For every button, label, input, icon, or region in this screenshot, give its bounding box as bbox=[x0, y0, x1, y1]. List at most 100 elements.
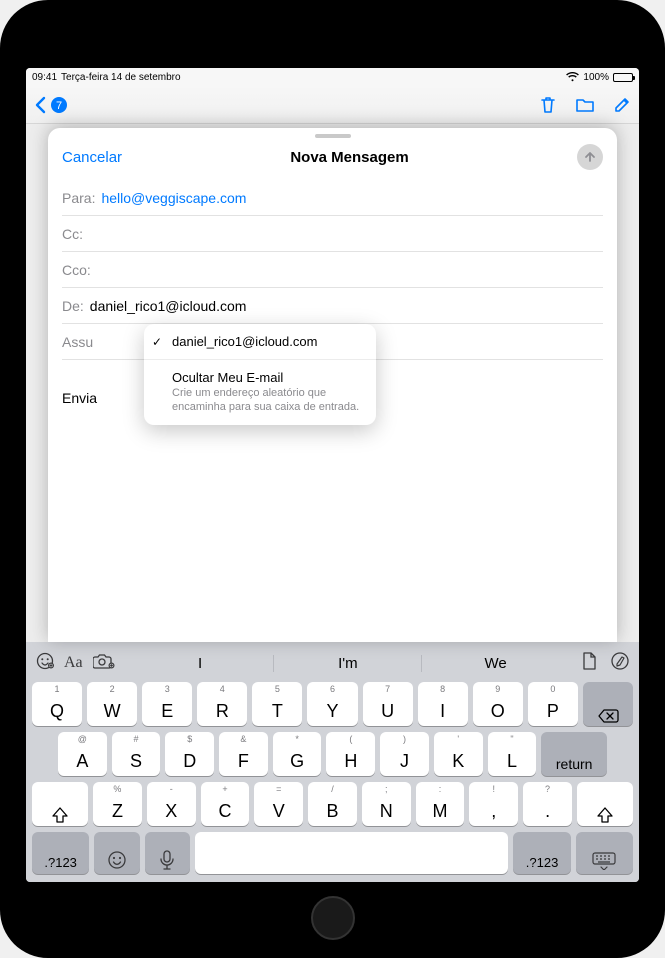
key-u[interactable]: 7U bbox=[363, 682, 413, 726]
key-t[interactable]: 5T bbox=[252, 682, 302, 726]
keyboard-toolbar-right bbox=[581, 652, 629, 675]
suggestion-1[interactable]: I bbox=[127, 655, 274, 672]
key-v[interactable]: =V bbox=[254, 782, 303, 826]
cancel-button[interactable]: Cancelar bbox=[62, 149, 122, 166]
key-w[interactable]: 2W bbox=[87, 682, 137, 726]
key-shift-right[interactable] bbox=[577, 782, 633, 826]
screen: 09:41 Terça-feira 14 de setembro 100% 7 bbox=[26, 68, 639, 882]
status-time: 09:41 bbox=[32, 72, 57, 83]
key-dictation[interactable] bbox=[145, 832, 190, 874]
key-a[interactable]: @A bbox=[58, 732, 107, 776]
key-g[interactable]: *G bbox=[273, 732, 322, 776]
cc-label: Cc: bbox=[62, 226, 83, 242]
keyboard-toolbar: Aa I I'm We bbox=[30, 648, 635, 678]
bcc-label: Cco: bbox=[62, 262, 91, 278]
camera-icon[interactable] bbox=[93, 653, 115, 674]
key-h[interactable]: (H bbox=[326, 732, 375, 776]
emoji-toolbar-icon[interactable] bbox=[36, 652, 54, 675]
key-j[interactable]: )J bbox=[380, 732, 429, 776]
key-shift-left[interactable] bbox=[32, 782, 88, 826]
from-value[interactable]: daniel_rico1@icloud.com bbox=[90, 298, 247, 314]
send-button[interactable] bbox=[577, 144, 603, 170]
key-z[interactable]: %Z bbox=[93, 782, 142, 826]
keyboard-toolbar-left: Aa bbox=[36, 652, 115, 675]
subject-label: Assu bbox=[62, 334, 93, 350]
compose-header: Cancelar Nova Mensagem bbox=[48, 138, 617, 180]
key-y[interactable]: 6Y bbox=[307, 682, 357, 726]
keyboard-rows: 1Q 2W 3E 4R 5T 6Y 7U 8I 9O 0P @A bbox=[30, 682, 635, 874]
key-symbols-left[interactable]: .?123 bbox=[32, 832, 89, 874]
unread-badge-icon[interactable]: 7 bbox=[50, 96, 68, 114]
key-q[interactable]: 1Q bbox=[32, 682, 82, 726]
key-c[interactable]: +C bbox=[201, 782, 250, 826]
from-address-popover: ✓ daniel_rico1@icloud.com Ocultar Meu E-… bbox=[144, 324, 376, 425]
status-bar: 09:41 Terça-feira 14 de setembro 100% bbox=[26, 68, 639, 86]
hide-my-email-title: Ocultar Meu E-mail bbox=[172, 370, 364, 385]
compose-sheet: Cancelar Nova Mensagem Para: hello@veggi… bbox=[48, 128, 617, 642]
key-s[interactable]: #S bbox=[112, 732, 161, 776]
from-label: De: bbox=[62, 298, 84, 314]
trash-icon[interactable] bbox=[539, 95, 557, 115]
compose-title: Nova Mensagem bbox=[290, 149, 408, 166]
ipad-device-frame: 09:41 Terça-feira 14 de setembro 100% 7 bbox=[0, 0, 665, 958]
key-m[interactable]: :M bbox=[416, 782, 465, 826]
status-date: Terça-feira 14 de setembro bbox=[61, 72, 181, 83]
from-option-current[interactable]: ✓ daniel_rico1@icloud.com bbox=[144, 324, 376, 360]
key-d[interactable]: $D bbox=[165, 732, 214, 776]
keyboard-row-1: 1Q 2W 3E 4R 5T 6Y 7U 8I 9O 0P bbox=[30, 682, 635, 726]
hide-my-email-subtitle: Crie um endereço aleatório que encaminha… bbox=[172, 387, 364, 415]
scan-document-icon[interactable] bbox=[581, 652, 597, 675]
key-x[interactable]: -X bbox=[147, 782, 196, 826]
from-field[interactable]: De: daniel_rico1@icloud.com bbox=[62, 288, 603, 324]
keyboard-suggestions: I I'm We bbox=[127, 655, 569, 672]
mail-toolbar: 7 bbox=[26, 86, 639, 124]
key-i[interactable]: 8I bbox=[418, 682, 468, 726]
key-period[interactable]: ?. bbox=[523, 782, 572, 826]
battery-icon bbox=[613, 73, 633, 82]
keyboard: Aa I I'm We bbox=[26, 642, 639, 882]
folder-icon[interactable] bbox=[575, 97, 595, 113]
key-l[interactable]: "L bbox=[488, 732, 537, 776]
cc-field[interactable]: Cc: bbox=[62, 216, 603, 252]
text-format-icon[interactable]: Aa bbox=[64, 654, 83, 672]
from-option-email: daniel_rico1@icloud.com bbox=[172, 334, 364, 349]
suggestion-2[interactable]: I'm bbox=[273, 655, 421, 672]
compose-icon[interactable] bbox=[613, 96, 631, 114]
key-backspace[interactable] bbox=[583, 682, 633, 726]
bcc-field[interactable]: Cco: bbox=[62, 252, 603, 288]
key-b[interactable]: /B bbox=[308, 782, 357, 826]
key-o[interactable]: 9O bbox=[473, 682, 523, 726]
key-emoji[interactable] bbox=[94, 832, 139, 874]
key-comma[interactable]: !, bbox=[469, 782, 518, 826]
to-value[interactable]: hello@veggiscape.com bbox=[101, 190, 246, 206]
from-option-hide-my-email[interactable]: Ocultar Meu E-mail Crie um endereço alea… bbox=[144, 360, 376, 425]
to-field[interactable]: Para: hello@veggiscape.com bbox=[62, 180, 603, 216]
checkmark-icon: ✓ bbox=[152, 335, 162, 349]
svg-text:7: 7 bbox=[56, 100, 62, 112]
battery-percent: 100% bbox=[583, 72, 609, 83]
to-label: Para: bbox=[62, 190, 95, 206]
toolbar-right bbox=[539, 95, 631, 115]
keyboard-row-3: %Z -X +C =V /B ;N :M !, ?. bbox=[30, 782, 635, 826]
key-f[interactable]: &F bbox=[219, 732, 268, 776]
key-return[interactable]: return bbox=[541, 732, 607, 776]
home-button[interactable] bbox=[311, 896, 355, 940]
key-space[interactable] bbox=[195, 832, 509, 874]
suggestion-3[interactable]: We bbox=[421, 655, 569, 672]
key-e[interactable]: 3E bbox=[142, 682, 192, 726]
status-right: 100% bbox=[566, 72, 633, 83]
toolbar-left: 7 bbox=[34, 96, 68, 114]
key-r[interactable]: 4R bbox=[197, 682, 247, 726]
markup-icon[interactable] bbox=[611, 652, 629, 675]
status-left: 09:41 Terça-feira 14 de setembro bbox=[32, 72, 181, 83]
keyboard-row-4: .?123 .?123 bbox=[30, 832, 635, 874]
main-area: Cancelar Nova Mensagem Para: hello@veggi… bbox=[26, 124, 639, 642]
body-preview-text: Envia bbox=[62, 390, 97, 406]
key-p[interactable]: 0P bbox=[528, 682, 578, 726]
key-symbols-right[interactable]: .?123 bbox=[513, 832, 570, 874]
key-n[interactable]: ;N bbox=[362, 782, 411, 826]
back-chevron-icon[interactable] bbox=[34, 96, 46, 114]
key-hide-keyboard[interactable] bbox=[576, 832, 633, 874]
keyboard-row-2: @A #S $D &F *G (H )J 'K "L return bbox=[30, 732, 635, 776]
key-k[interactable]: 'K bbox=[434, 732, 483, 776]
